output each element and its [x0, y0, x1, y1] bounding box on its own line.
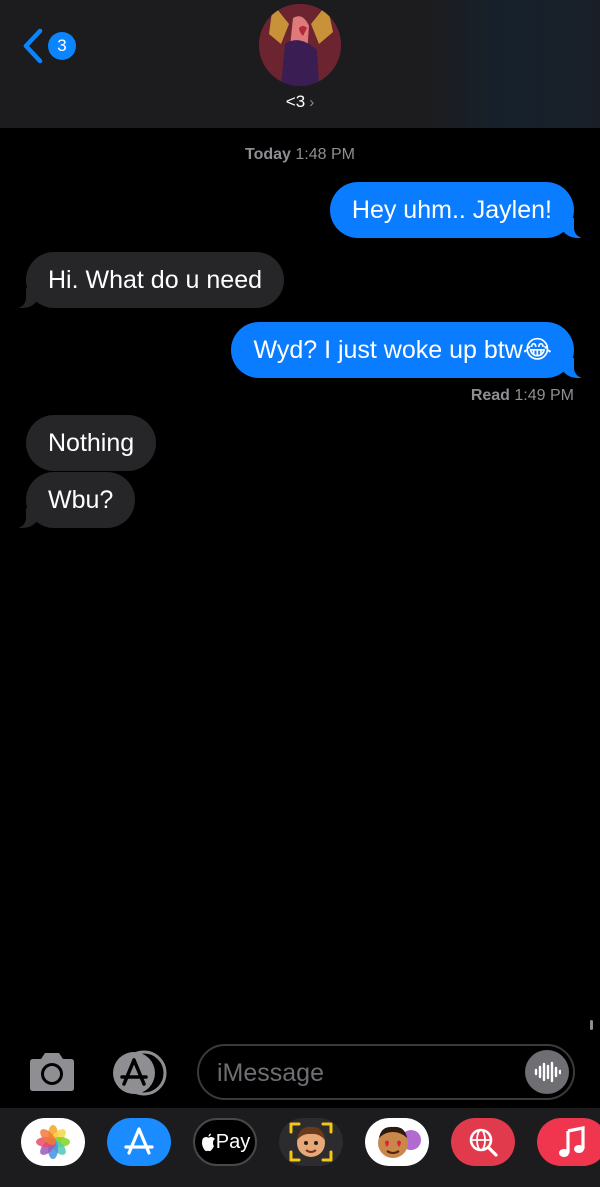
app-store-app[interactable] — [107, 1118, 171, 1166]
app-store-icon — [124, 1127, 154, 1155]
music-note-icon — [559, 1126, 585, 1157]
message-timestamp: Today 1:48 PM — [0, 146, 600, 164]
message-bubble-incoming[interactable]: Nothing — [26, 415, 157, 471]
apple-pay-app[interactable]: Pay — [193, 1118, 257, 1166]
read-time: 1:49 PM — [514, 387, 574, 404]
app-drawer-toggle[interactable] — [110, 1050, 168, 1096]
message-input-container — [197, 1044, 575, 1100]
message-input[interactable] — [217, 1054, 517, 1092]
read-receipt: Read 1:49 PM — [471, 387, 574, 405]
camera-button[interactable] — [26, 1050, 78, 1094]
message-bubble-outgoing[interactable]: Hey uhm.. Jaylen! — [329, 182, 587, 238]
chevron-left-icon — [23, 28, 43, 64]
conversation-header: 3 <3 › — [0, 0, 600, 128]
apple-pay-label: Pay — [215, 1130, 251, 1153]
unread-count-badge: 3 — [48, 32, 76, 60]
stickers-icon — [378, 1126, 421, 1158]
message-bubble-incoming[interactable]: Wbu? — [13, 472, 136, 528]
back-button[interactable]: 3 — [22, 28, 82, 64]
message-text: Hey uhm.. Jaylen! — [351, 196, 552, 224]
avatar-image — [259, 4, 341, 86]
timestamp-time: 1:48 PM — [295, 146, 355, 163]
memoji-icon — [289, 1122, 333, 1162]
apple-logo-icon — [201, 1133, 215, 1151]
message-text: Hi. What do u need — [48, 266, 263, 294]
globe-search-icon — [469, 1128, 498, 1157]
contact-name[interactable]: <3 › — [0, 92, 600, 112]
app-store-icon — [113, 1050, 167, 1096]
message-bubble-incoming[interactable]: Hi. What do u need — [13, 252, 285, 308]
camera-icon — [30, 1053, 74, 1091]
read-status: Read — [470, 387, 510, 404]
photos-icon — [36, 1125, 70, 1159]
contact-name-label: <3 — [285, 92, 306, 111]
contact-avatar[interactable] — [259, 4, 341, 86]
audio-message-button[interactable] — [525, 1050, 569, 1094]
timestamp-day: Today — [245, 146, 291, 163]
music-app[interactable] — [537, 1118, 600, 1166]
scroll-indicator[interactable] — [590, 1020, 593, 1030]
memoji-app[interactable] — [279, 1118, 343, 1166]
waveform-icon — [534, 1061, 561, 1083]
image-search-app[interactable] — [451, 1118, 515, 1166]
message-text: Nothing — [48, 429, 135, 457]
memoji-stickers-app[interactable] — [365, 1118, 429, 1166]
photos-app[interactable] — [21, 1118, 85, 1166]
message-text: Wyd? I just woke up btw😂 — [253, 336, 552, 364]
chevron-right-icon: › — [309, 94, 315, 111]
message-text: Wbu? — [48, 486, 114, 514]
message-bubble-outgoing[interactable]: Wyd? I just woke up btw😂 — [231, 322, 586, 378]
